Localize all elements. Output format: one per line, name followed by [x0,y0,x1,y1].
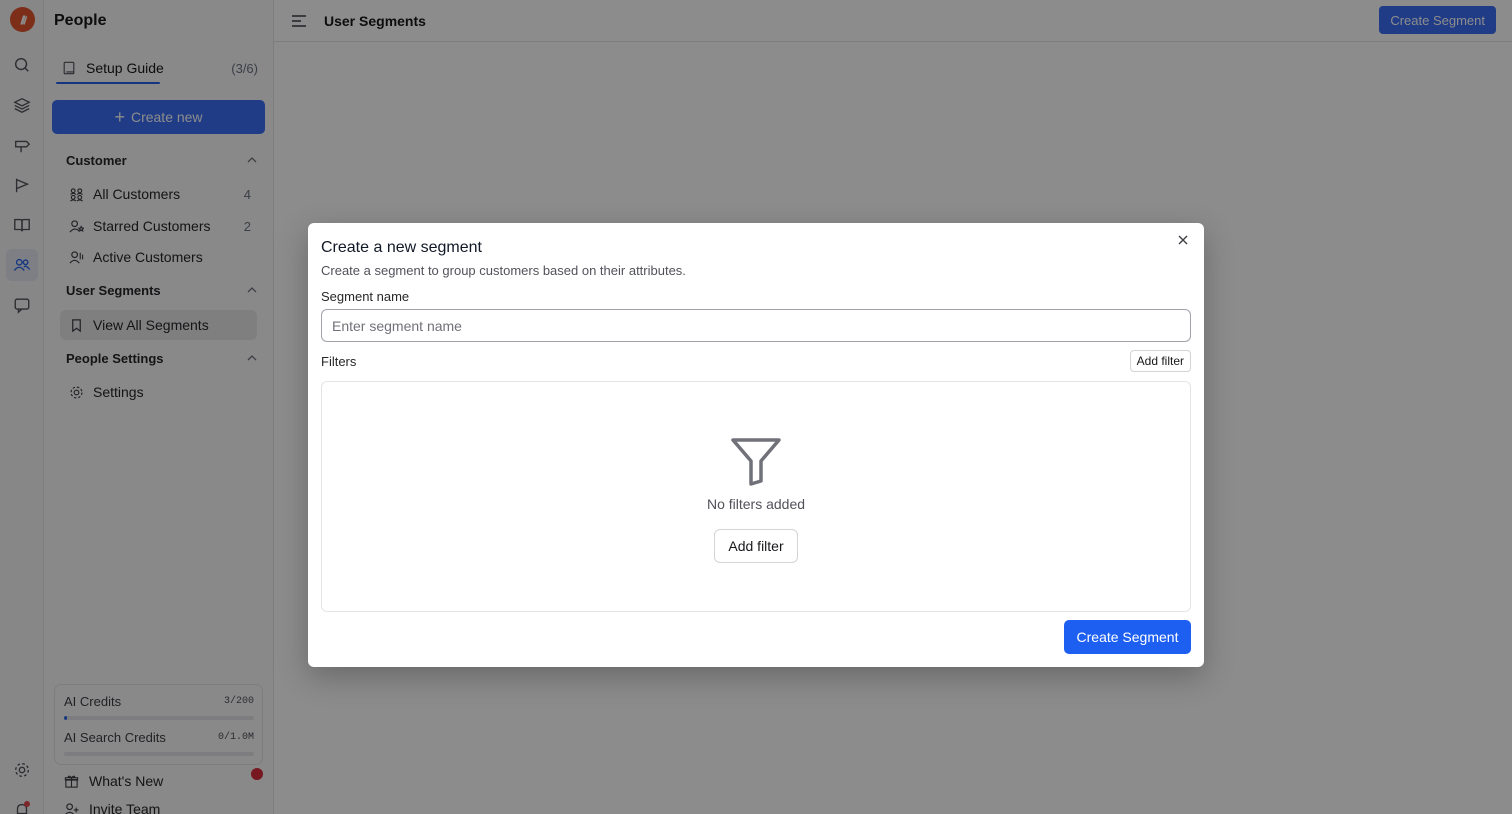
dialog-subtitle: Create a segment to group customers base… [321,263,686,278]
filters-area: No filters added Add filter [321,381,1191,612]
add-filter-large-button[interactable]: Add filter [714,529,798,563]
empty-filters-text: No filters added [706,496,806,512]
dialog-title: Create a new segment [321,239,482,256]
segment-name-input[interactable] [321,309,1191,342]
segment-name-label: Segment name [321,289,410,304]
add-filter-button[interactable]: Add filter [1129,350,1191,372]
funnel-icon [731,438,781,486]
create-segment-button[interactable]: Create Segment [1064,620,1191,654]
close-icon[interactable] [1176,233,1190,247]
filters-label: Filters [321,354,357,369]
create-segment-dialog: Create a new segment Create a segment to… [308,223,1204,667]
